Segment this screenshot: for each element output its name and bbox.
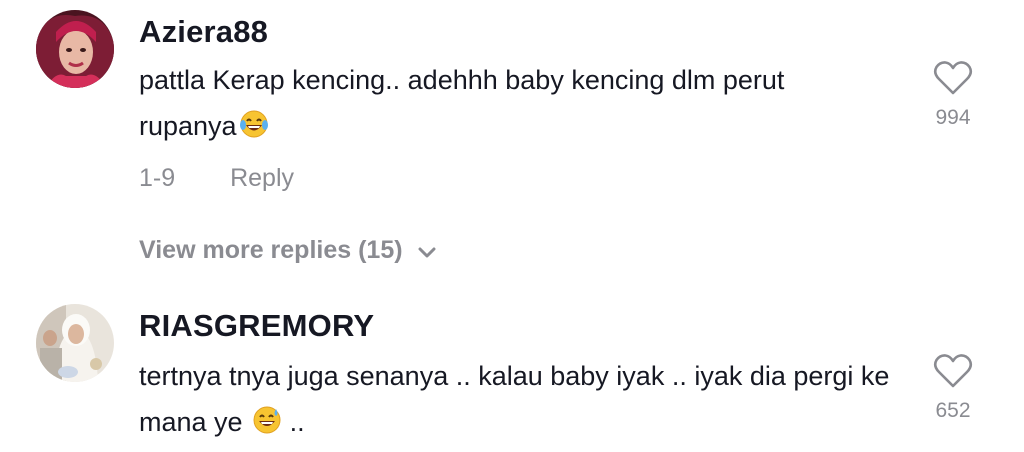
comment-username[interactable]: Aziera88	[139, 14, 268, 50]
comment-meta: 1-9 Reply	[139, 164, 294, 193]
like-button[interactable]: 994	[925, 60, 981, 130]
view-more-replies-button[interactable]: View more replies (15)	[139, 236, 437, 266]
chevron-down-icon	[417, 237, 437, 266]
like-count: 994	[935, 106, 971, 129]
comment-text: pattla Kerap kencing.. adehhh baby kenci…	[139, 57, 839, 153]
comment-text-body: pattla Kerap kencing.. adehhh baby kenci…	[139, 65, 785, 141]
avatar[interactable]	[36, 10, 114, 88]
view-more-replies-label: View more replies (15)	[139, 236, 403, 264]
heart-outline-icon	[933, 61, 973, 95]
avatar-image	[36, 304, 114, 382]
rolling-laughing-emoji	[239, 107, 269, 153]
reply-button[interactable]: Reply	[230, 164, 294, 192]
avatar[interactable]	[36, 304, 114, 382]
comment-text: tertnya tnya juga senanya .. kalau baby …	[139, 353, 899, 449]
like-count: 652	[935, 399, 971, 422]
comment-username[interactable]: RIASGREMORY	[139, 308, 374, 344]
grinning-sweat-emoji	[252, 403, 282, 449]
comment-text-tail: ..	[282, 407, 305, 437]
like-button[interactable]: 652	[925, 353, 981, 423]
comment-date: 1-9	[139, 164, 176, 192]
avatar-image	[36, 10, 114, 88]
heart-outline-icon	[933, 354, 973, 388]
